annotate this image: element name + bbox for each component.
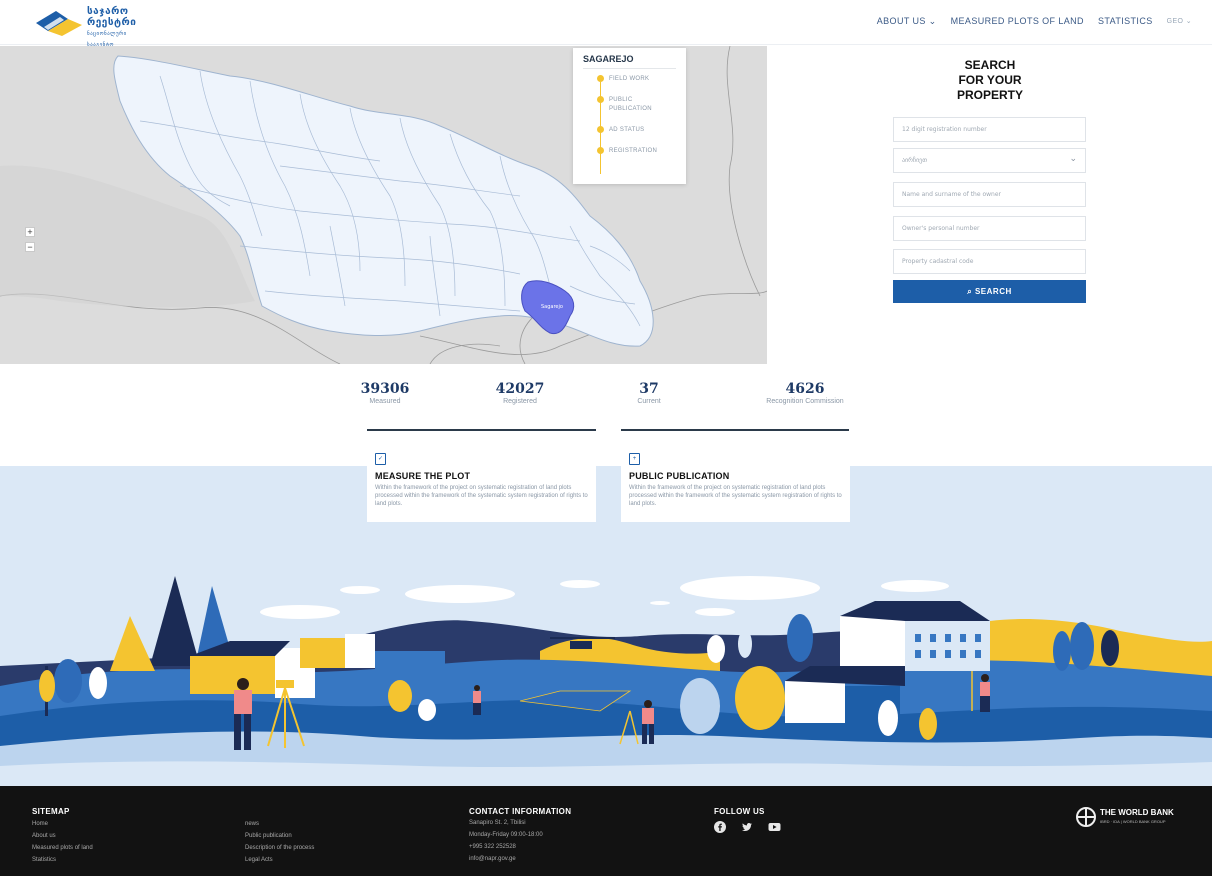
contact-title: CONTACT INFORMATION bbox=[469, 807, 572, 816]
logo-text-line1: საჯარო bbox=[87, 6, 129, 17]
world-bank-logo[interactable]: THE WORLD BANK IBRD · IDA | WORLD BANK G… bbox=[1076, 807, 1174, 827]
legend-item-registration[interactable]: REGISTRATION bbox=[583, 147, 676, 156]
main-nav: ABOUT US ⌄ MEASURED PLOTS OF LAND STATIS… bbox=[877, 16, 1192, 27]
search-button[interactable]: ⌕ SEARCH bbox=[893, 280, 1086, 303]
landscape-illustration bbox=[0, 466, 1212, 786]
follow-us-title: FOLLOW US bbox=[714, 807, 765, 816]
stat-measured: 39306 Measured bbox=[360, 381, 410, 405]
personal-number-input[interactable]: Owner's personal number bbox=[893, 216, 1086, 241]
contact-hours: Monday-Friday 09:00-18:00 bbox=[469, 832, 543, 838]
footer-link-about[interactable]: About us bbox=[32, 833, 56, 839]
card-title: MEASURE THE PLOT bbox=[375, 471, 471, 481]
stat-value: 39306 bbox=[360, 381, 410, 397]
legend-item-public-publication[interactable]: PUBLIC PUBLICATION bbox=[583, 96, 652, 114]
search-title-line: PROPERTY bbox=[956, 88, 1023, 102]
section-divider bbox=[621, 429, 849, 431]
twitter-icon[interactable] bbox=[741, 821, 753, 833]
card-text: Within the framework of the project on s… bbox=[629, 485, 842, 507]
sitemap-title: SITEMAP bbox=[32, 807, 70, 816]
zoom-in-button[interactable]: + bbox=[25, 227, 35, 237]
language-switcher[interactable]: GEO ⌄ bbox=[1167, 17, 1192, 27]
stat-label: Recognition Commission bbox=[766, 398, 844, 405]
search-title: SEARCH FOR YOUR PROPERTY bbox=[890, 58, 1090, 103]
legend-item-label: FIELD WORK bbox=[609, 76, 650, 82]
stat-label: Registered bbox=[503, 398, 537, 405]
municipality-select[interactable]: აირჩიეთ bbox=[893, 148, 1086, 173]
footer-link-statistics[interactable]: Statistics bbox=[32, 857, 56, 863]
contact-address: Sanapiro St. 2, Tbilisi bbox=[469, 820, 526, 826]
sagarejo-label: Sagarejo bbox=[541, 304, 563, 310]
card-public-publication[interactable]: + PUBLIC PUBLICATION Within the framewor… bbox=[621, 447, 850, 522]
search-icon: ⌕ bbox=[967, 287, 973, 296]
legend-item-label: AD STATUS bbox=[609, 127, 645, 133]
stat-registered: 42027 Registered bbox=[494, 381, 546, 405]
status-dot-icon bbox=[597, 147, 604, 154]
site-header: საჯარო რეესტრი ნაციონალური სააგენტო ABOU… bbox=[0, 0, 1212, 48]
footer-link-measured-plots[interactable]: Measured plots of land bbox=[32, 845, 93, 851]
stat-value: 42027 bbox=[495, 381, 545, 397]
stat-current: 37 Current bbox=[628, 381, 670, 405]
stat-label: Current bbox=[637, 398, 661, 405]
card-text: Within the framework of the project on s… bbox=[375, 485, 588, 507]
legend-item-label: PUBLIC PUBLICATION bbox=[609, 97, 652, 112]
search-title-line: FOR YOUR bbox=[958, 73, 1022, 87]
legend-item-ad-status[interactable]: AD STATUS bbox=[583, 126, 676, 135]
legend-item-field-work[interactable]: FIELD WORK bbox=[583, 75, 676, 84]
world-bank-name: THE WORLD BANK bbox=[1100, 808, 1174, 817]
card-title: PUBLIC PUBLICATION bbox=[629, 471, 730, 481]
site-footer bbox=[0, 786, 1212, 876]
nav-about-us[interactable]: ABOUT US ⌄ bbox=[877, 16, 937, 27]
card-measure-plot[interactable]: ✓ MEASURE THE PLOT Within the framework … bbox=[367, 447, 596, 522]
status-dot-icon bbox=[597, 75, 604, 82]
world-bank-subtitle: IBRD · IDA | WORLD BANK GROUP bbox=[1100, 819, 1166, 824]
status-dot-icon bbox=[597, 96, 604, 103]
stat-value: 37 bbox=[639, 381, 659, 397]
footer-link-news[interactable]: news bbox=[245, 821, 259, 827]
facebook-icon[interactable] bbox=[714, 821, 726, 833]
footer-link-public-publication[interactable]: Public publication bbox=[245, 833, 292, 839]
footer-link-home[interactable]: Home bbox=[32, 821, 48, 827]
status-dot-icon bbox=[597, 126, 604, 133]
registration-number-input[interactable]: 12 digit registration number bbox=[893, 117, 1086, 142]
zoom-out-button[interactable]: − bbox=[25, 242, 35, 252]
footer-link-legal-acts[interactable]: Legal Acts bbox=[245, 857, 273, 863]
globe-icon bbox=[1076, 807, 1096, 827]
legend-item-label: REGISTRATION bbox=[609, 148, 658, 154]
stat-value: 4626 bbox=[785, 381, 825, 397]
logo-text: საჯარო რეესტრი ნაციონალური სააგენტო bbox=[87, 6, 144, 51]
search-title-line: SEARCH bbox=[964, 58, 1016, 72]
legend-title: SAGAREJO bbox=[583, 54, 676, 69]
contact-phone[interactable]: +995 322 252528 bbox=[469, 844, 516, 850]
document-icon: + bbox=[629, 453, 640, 465]
section-divider bbox=[367, 429, 596, 431]
nav-measured-plots[interactable]: MEASURED PLOTS OF LAND bbox=[951, 16, 1084, 27]
checklist-icon: ✓ bbox=[375, 453, 386, 465]
site-logo[interactable]: საჯარო რეესტრი ნაციონალური სააგენტო bbox=[34, 5, 144, 48]
youtube-icon[interactable] bbox=[768, 821, 781, 833]
owner-name-input[interactable]: Name and surname of the owner bbox=[893, 182, 1086, 207]
logo-mark-icon bbox=[36, 11, 82, 36]
status-legend: SAGAREJO FIELD WORK PUBLIC PUBLICATION A… bbox=[573, 48, 686, 184]
stat-recognition-commission: 4626 Recognition Commission bbox=[755, 381, 855, 405]
cadastral-code-input[interactable]: Property cadastral code bbox=[893, 249, 1086, 274]
contact-email[interactable]: info@napr.gov.ge bbox=[469, 856, 516, 862]
stat-label: Measured bbox=[369, 398, 401, 405]
footer-link-process[interactable]: Description of the process bbox=[245, 845, 314, 851]
nav-statistics[interactable]: STATISTICS bbox=[1098, 16, 1153, 27]
world-bank-text: THE WORLD BANK IBRD · IDA | WORLD BANK G… bbox=[1100, 808, 1174, 826]
search-button-label: SEARCH bbox=[974, 287, 1012, 296]
logo-text-line2: რეესტრი bbox=[87, 17, 137, 28]
